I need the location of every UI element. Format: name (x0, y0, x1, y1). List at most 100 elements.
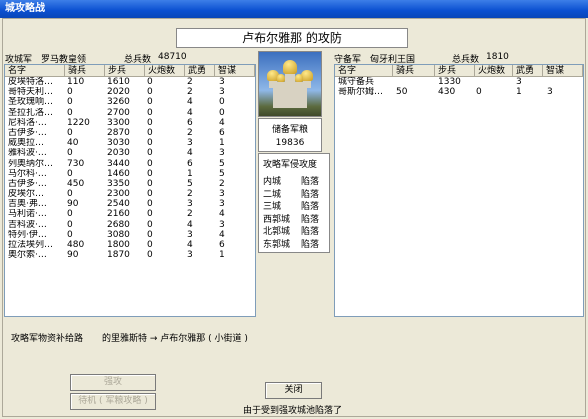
attack-row[interactable]: 皮埃特洛… 110 1610 0 2 3 (5, 77, 255, 87)
attack-cell: 3080 (107, 229, 130, 240)
reserve-value: 19836 (275, 138, 305, 148)
attack-cell: 0 (219, 107, 225, 118)
attack-cell: 6 (187, 117, 193, 128)
attack-row[interactable]: 威奥拉… 40 3030 0 3 1 (5, 138, 255, 148)
attack-row[interactable]: 马尔科·… 0 1460 0 1 5 (5, 169, 255, 179)
attack-cell: 2 (187, 87, 193, 98)
attack-cell: 0 (67, 219, 73, 230)
col-header-name[interactable]: 名字 (335, 65, 393, 77)
attack-row[interactable]: 雅科波·… 0 2030 0 4 3 (5, 148, 255, 158)
attack-row[interactable]: 马利诺·… 0 2160 0 2 4 (5, 209, 255, 219)
defense-row[interactable]: 哥斯尔姆… 50 430 0 1 3 (335, 87, 583, 97)
attack-row[interactable]: 圣拉扎洛… 0 2700 0 4 0 (5, 108, 255, 118)
progress-area: 北郭城 (263, 227, 291, 237)
attack-row[interactable]: 拉法埃列… 480 1800 0 4 6 (5, 240, 255, 250)
attack-army-list[interactable]: 名字 骑兵 步兵 火炮数 武勇 智谋 皮埃特洛… 110 1610 0 2 3 哥特夫利… 0… (4, 64, 256, 317)
supply-route: 的里雅斯特 → 卢布尔雅那 ( 小街道 ) (102, 334, 248, 344)
defense-rows: 城守备兵 1330 3 哥斯尔姆… 50 430 0 1 3 (335, 77, 583, 97)
attack-cell: 4 (187, 107, 193, 118)
col-header-cannon[interactable]: 火炮数 (475, 65, 513, 77)
attack-cell: 90 (67, 250, 79, 261)
attack-cell: 0 (147, 219, 153, 230)
attack-cell: 6 (219, 127, 225, 138)
attack-row[interactable]: 奥尔索·… 90 1870 0 3 1 (5, 250, 255, 260)
attack-row[interactable]: 圣玫瑰响… 0 3260 0 4 0 (5, 97, 255, 107)
col-header-valor[interactable]: 武勇 (513, 65, 543, 77)
attack-cell: 4 (187, 219, 193, 230)
attack-cell: 0 (147, 229, 153, 240)
defense-row[interactable]: 城守备兵 1330 3 (335, 77, 583, 87)
attack-rows: 皮埃特洛… 110 1610 0 2 3 哥特夫利… 0 2020 0 2 3 圣玫瑰响… 0 3260 0 4… (5, 77, 255, 260)
attack-total: 48710 (158, 52, 187, 62)
attack-cell: 1 (219, 138, 225, 149)
col-header-infantry[interactable]: 步兵 (435, 65, 475, 77)
attack-cell: 4 (219, 209, 225, 220)
attack-row[interactable]: 特列·伊… 0 3080 0 3 4 (5, 230, 255, 240)
attack-cell: 0 (147, 107, 153, 118)
col-header-valor[interactable]: 武勇 (185, 65, 215, 77)
attack-cell: 圣拉扎洛… (8, 107, 54, 118)
defense-total: 1810 (486, 52, 509, 62)
attack-cell: 0 (147, 240, 153, 250)
attack-cell: 拉法埃列… (8, 240, 54, 250)
attack-cell: 0 (147, 158, 153, 169)
attack-cell: 列奥纳尔… (8, 158, 54, 169)
defense-cell: 城守备兵 (338, 77, 375, 87)
attack-cell: 0 (219, 97, 225, 108)
attack-cell: 奥尔索·… (8, 250, 47, 261)
col-header-wisdom[interactable]: 智谋 (215, 65, 255, 77)
col-header-wisdom[interactable]: 智谋 (543, 65, 583, 77)
attack-cell: 3 (219, 219, 225, 230)
attack-cell: 0 (67, 229, 73, 240)
progress-status: 陷落 (301, 239, 320, 250)
attack-row[interactable]: 吉奥·弗… 90 2540 0 3 3 (5, 199, 255, 209)
attack-cell: 马尔科·… (8, 168, 47, 179)
attack-cell: 3300 (107, 117, 130, 128)
attack-row[interactable]: 尼科洛·… 1220 3300 0 6 4 (5, 118, 255, 128)
attack-cell: 0 (67, 148, 73, 159)
attack-cell: 2540 (107, 199, 130, 210)
attack-cell: 0 (147, 189, 153, 200)
assault-button[interactable]: 强攻 (70, 374, 156, 391)
close-button[interactable]: 关闭 (265, 382, 322, 399)
attack-cell: 5 (219, 158, 225, 169)
progress-title: 攻略军侵攻度 (263, 160, 318, 170)
attack-cell: 2020 (107, 87, 130, 98)
castle-image (258, 51, 322, 117)
progress-status: 陷落 (301, 202, 320, 212)
defense-cell: 哥斯尔姆… (338, 87, 384, 98)
attack-cell: 0 (67, 168, 73, 179)
attack-cell: 2870 (107, 127, 130, 138)
attack-cell: 威奥拉… (8, 138, 45, 149)
col-header-cannon[interactable]: 火炮数 (145, 65, 185, 77)
attack-row[interactable]: 哥特夫利… 0 2020 0 2 3 (5, 87, 255, 97)
attack-cell: 古伊多·… (8, 127, 47, 138)
attack-cell: 0 (147, 127, 153, 138)
window-title: 城攻略战 (0, 0, 588, 18)
attack-cell: 特列·伊… (8, 229, 47, 240)
attack-cell: 0 (147, 178, 153, 189)
attack-row[interactable]: 吉科波·… 0 2680 0 4 3 (5, 220, 255, 230)
attack-cell: 3 (219, 189, 225, 200)
attack-row[interactable]: 皮埃尔… 0 2300 0 2 3 (5, 189, 255, 199)
defense-army-list[interactable]: 名字 骑兵 步兵 火炮数 武勇 智谋 城守备兵 1330 3 哥斯尔姆… 50 430 0 1… (334, 64, 584, 317)
attack-cell: 0 (147, 250, 153, 261)
attack-cell: 0 (147, 148, 153, 159)
defense-cell: 0 (476, 87, 482, 98)
wait-button[interactable]: 待机 ( 军粮攻略 ) (70, 393, 156, 410)
attack-cell: 2030 (107, 148, 130, 159)
attack-cell: 0 (147, 117, 153, 128)
col-header-cavalry[interactable]: 骑兵 (393, 65, 435, 77)
attack-row[interactable]: 古伊多·… 450 3350 0 5 2 (5, 179, 255, 189)
attack-row[interactable]: 古伊多·… 0 2870 0 2 6 (5, 128, 255, 138)
col-header-infantry[interactable]: 步兵 (105, 65, 145, 77)
attack-cell: 2 (187, 77, 193, 87)
col-header-name[interactable]: 名字 (5, 65, 65, 77)
attack-cell: 3440 (107, 158, 130, 169)
attack-cell: 0 (147, 138, 153, 149)
attack-cell: 6 (187, 158, 193, 169)
attack-cell: 0 (67, 97, 73, 108)
attack-cell: 皮埃特洛… (8, 77, 54, 87)
attack-row[interactable]: 列奥纳尔… 730 3440 0 6 5 (5, 159, 255, 169)
col-header-cavalry[interactable]: 骑兵 (65, 65, 105, 77)
